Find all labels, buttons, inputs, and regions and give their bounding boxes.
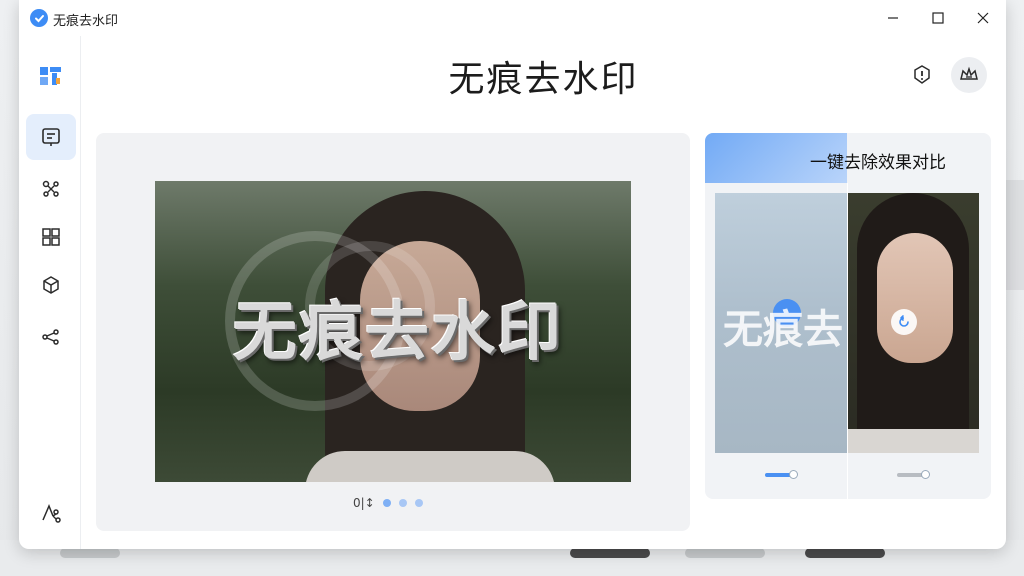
app-logo-icon [40,67,61,85]
undo-arrow-icon[interactable] [891,309,917,335]
sidebar-item-apps[interactable] [26,214,76,260]
page-title: 无痕去水印 [448,59,639,100]
sidebar-item-tools[interactable] [26,490,76,536]
sidebar-item-remove-watermark[interactable] [26,114,76,160]
sidebar-item-nodes[interactable] [26,166,76,212]
carousel-dot[interactable] [382,499,391,507]
sidebar-logo[interactable] [26,54,76,100]
sidebar-item-model[interactable] [26,262,76,308]
background-blob [60,548,120,558]
app-logo-icon [30,9,48,27]
hero-shirt [305,451,555,482]
background-blob [805,548,885,558]
title-bar: 无痕去水印 [19,0,1006,36]
app-title: 无痕去水印 [53,14,119,29]
compare-before-image: 无痕去 [715,193,847,453]
compare-shirt [847,429,979,453]
sidebar-item-share[interactable] [26,314,76,360]
feedback-icon [914,65,930,84]
sidebar [19,36,81,549]
maximize-button[interactable] [924,6,952,30]
minimize-icon [888,17,898,19]
preview-panel: 无痕去水印 0|↕ [96,133,690,531]
grid-icon [42,228,60,246]
before-slider-knob[interactable] [789,470,798,479]
graph-icon [42,504,61,523]
background-blob [685,548,765,558]
crown-icon [960,66,978,80]
after-slider-knob[interactable] [921,470,930,479]
maximize-icon [932,12,944,24]
compare-title: 一键去除效果对比 [810,153,946,173]
app-window: 无痕去水印 无痕去水印 无痕去水印 0|↕ 一键去除效果对比 无痕去 [19,0,1006,549]
watermark-text: 无痕去水印 [233,296,563,370]
nodes-icon [42,180,59,197]
member-button[interactable] [951,57,987,93]
compare-watermark-text: 无痕去 [723,307,843,353]
share-icon [42,329,59,345]
close-icon [977,12,989,24]
minimize-button[interactable] [879,6,907,30]
feedback-button[interactable] [904,57,940,93]
compare-divider[interactable] [847,183,848,499]
compare-after-image [847,193,979,453]
compare-panel: 一键去除效果对比 无痕去 [705,133,991,499]
background-edge [1006,180,1024,290]
compare-face [877,233,953,363]
carousel-dot[interactable] [414,499,423,507]
hero-image: 无痕去水印 [155,181,631,482]
background-blob [570,548,650,558]
cube-icon [43,276,59,294]
carousel-indicator: 0|↕ [353,494,423,512]
close-button[interactable] [969,6,997,30]
document-edit-icon [42,128,60,146]
carousel-label: 0|↕ [353,496,375,510]
carousel-dot[interactable] [398,499,407,507]
